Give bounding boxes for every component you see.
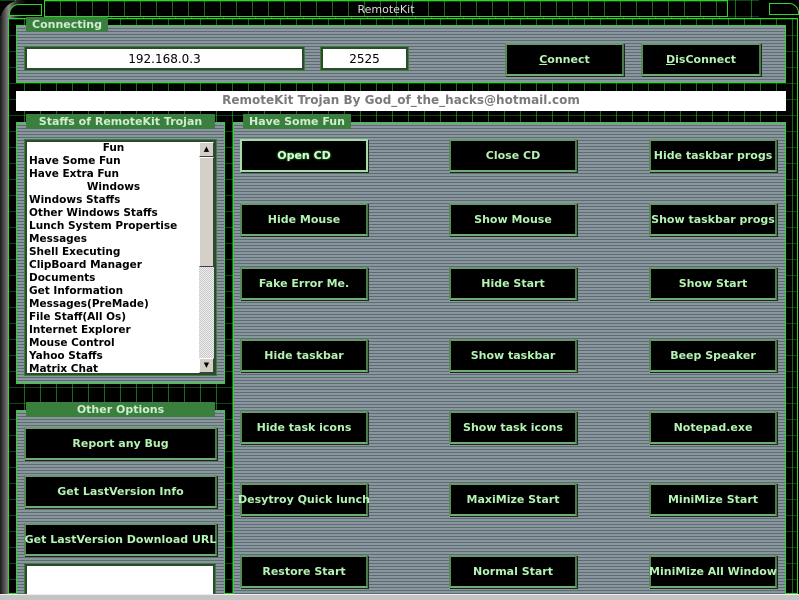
staffs-list: Fun Have Some Fun Have Extra Fun Windows Win… — [28, 142, 198, 373]
ip-address-input[interactable]: 192.168.0.3 — [25, 47, 304, 70]
close-cd-button[interactable]: Close CD — [449, 139, 577, 172]
list-item[interactable]: Mouse Control — [28, 337, 198, 350]
get-last-version-info-button[interactable]: Get LastVersion Info — [24, 475, 217, 508]
list-item[interactable]: Have Extra Fun — [28, 168, 198, 181]
hide-start-button[interactable]: Hide Start — [449, 267, 577, 300]
notepad-exe-button[interactable]: Notepad.exe — [649, 411, 777, 444]
hide-mouse-button[interactable]: Hide Mouse — [240, 203, 368, 236]
list-item[interactable]: ClipBoard Manager — [28, 259, 198, 272]
desytroy-quick-lunch-button[interactable]: Desytroy Quick lunch — [238, 483, 370, 516]
listbox-scrollbar[interactable]: ▲ ▼ — [199, 142, 214, 373]
connect-button[interactable]: Connect — [505, 43, 624, 76]
maximize-start-button[interactable]: MaxiMize Start — [449, 483, 577, 516]
minimize-start-button[interactable]: MiniMize Start — [649, 483, 777, 516]
have-some-fun-label: Have Some Fun — [243, 114, 351, 129]
port-input[interactable]: 2525 — [321, 47, 408, 70]
get-last-version-download-url-button[interactable]: Get LastVersion Download URL — [24, 523, 217, 556]
title-bar[interactable]: RemoteKit — [44, 0, 728, 17]
list-item[interactable]: Yahoo Staffs — [28, 350, 198, 363]
hide-taskbar-button[interactable]: Hide taskbar — [240, 339, 368, 372]
connect-label: onnect — [547, 53, 590, 66]
staffs-label: Staffs of RemoteKit Trojan — [26, 114, 215, 129]
disconnect-button[interactable]: DisConnect — [641, 43, 761, 76]
list-item[interactable]: Messages(PreMade) — [28, 298, 198, 311]
system-menu-button[interactable] — [9, 4, 42, 16]
report-bug-button[interactable]: Report any Bug — [24, 427, 217, 460]
list-item[interactable]: Windows Staffs — [28, 194, 198, 207]
beep-speaker-button[interactable]: Beep Speaker — [649, 339, 777, 372]
disconnect-accelerator: D — [666, 53, 676, 66]
show-taskbar-button[interactable]: Show taskbar — [449, 339, 577, 372]
open-cd-button[interactable]: Open CD — [240, 139, 368, 172]
connecting-label: Connecting — [26, 17, 109, 32]
other-options-label: Other Options — [26, 402, 215, 417]
list-item[interactable]: Matrix Chat — [28, 363, 198, 373]
hide-taskbar-progs-button[interactable]: Hide taskbar progs — [649, 139, 777, 172]
disconnect-label: isConnect — [675, 53, 736, 66]
list-item[interactable]: Get Information — [28, 285, 198, 298]
window-control-button[interactable] — [769, 3, 799, 15]
scroll-down-arrow-icon[interactable]: ▼ — [199, 358, 214, 373]
list-item[interactable]: File Staff(All Os) — [28, 311, 198, 324]
list-item[interactable]: Shell Executing — [28, 246, 198, 259]
fake-error-me-button[interactable]: Fake Error Me. — [240, 267, 368, 300]
author-banner: RemoteKit Trojan By God_of_the_hacks@hot… — [16, 91, 786, 111]
taskbar-edge — [0, 594, 799, 600]
app-window: RemoteKit Connecting 192.168.0.3 2525 Co… — [0, 0, 799, 600]
list-category-header[interactable]: Windows — [28, 181, 198, 194]
staffs-listbox[interactable]: Fun Have Some Fun Have Extra Fun Windows Win… — [25, 140, 216, 375]
show-start-button[interactable]: Show Start — [649, 267, 777, 300]
list-item[interactable]: Have Some Fun — [28, 155, 198, 168]
hide-task-icons-button[interactable]: Hide task icons — [240, 411, 368, 444]
list-item[interactable]: Other Windows Staffs — [28, 207, 198, 220]
list-item[interactable]: Documents — [28, 272, 198, 285]
restore-start-button[interactable]: Restore Start — [240, 555, 368, 588]
scroll-thumb[interactable] — [199, 157, 214, 267]
minimize-all-window-button[interactable]: MiniMize All Window — [649, 555, 777, 588]
show-mouse-button[interactable]: Show Mouse — [449, 203, 577, 236]
list-item[interactable]: Messages — [28, 233, 198, 246]
list-category-header[interactable]: Fun — [28, 142, 198, 155]
normal-start-button[interactable]: Normal Start — [449, 555, 577, 588]
connect-accelerator: C — [539, 53, 548, 66]
scroll-up-arrow-icon[interactable]: ▲ — [199, 142, 214, 157]
window-title: RemoteKit — [357, 3, 415, 16]
list-item[interactable]: Internet Explorer — [28, 324, 198, 337]
list-item[interactable]: Lunch System Propertise — [28, 220, 198, 233]
show-task-icons-button[interactable]: Show task icons — [449, 411, 577, 444]
show-taskbar-progs-button[interactable]: Show taskbar progs — [649, 203, 777, 236]
